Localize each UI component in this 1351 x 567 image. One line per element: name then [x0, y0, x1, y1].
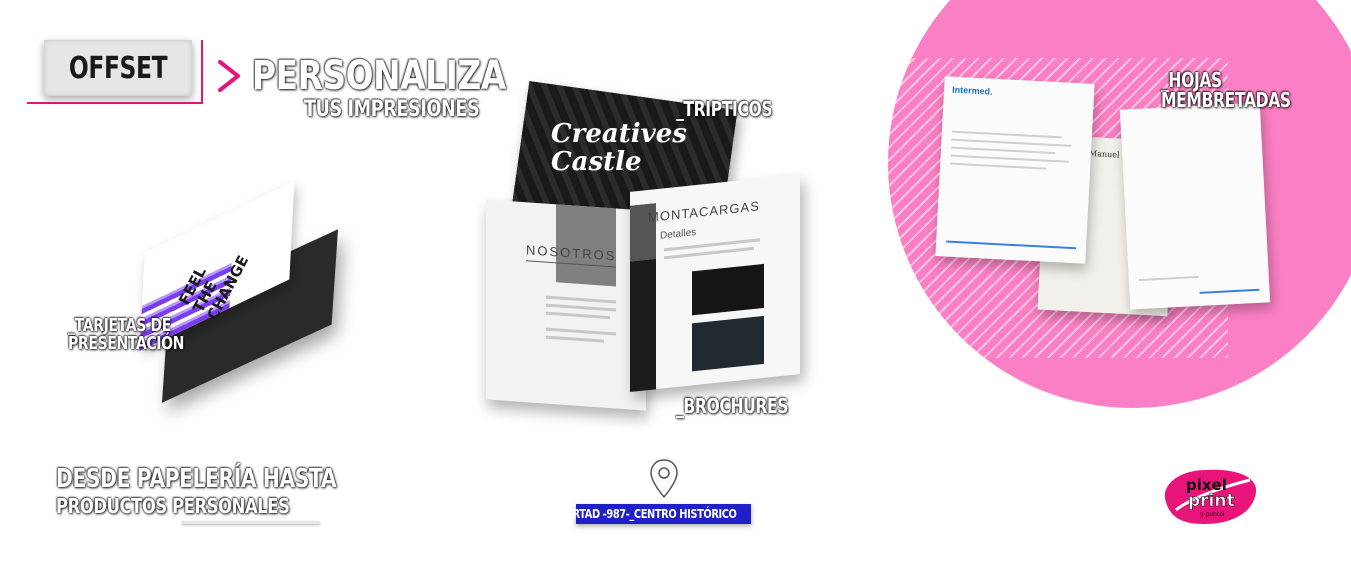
- chevron-right-icon: [218, 60, 240, 92]
- text-line: [546, 303, 616, 312]
- address-badge: LIBERTAD -987-_CENTRO HISTÓRICO: [550, 504, 751, 524]
- letterhead-accent-line: [946, 240, 1077, 250]
- text-line: [546, 335, 604, 343]
- page-subtitle: TUS IMPRESIONES: [304, 97, 480, 122]
- letterheads-label: _HOJAS MEMBRETADAS: [1161, 68, 1291, 112]
- text-line: [546, 311, 610, 320]
- brochure-mockup: Creatives Castle NOSOTROS MONTACARGAS De…: [480, 81, 810, 415]
- offset-tag: OFFSET: [27, 40, 203, 104]
- brochure-photo: [692, 315, 764, 372]
- text-line: [950, 162, 1047, 170]
- text-line: [1138, 275, 1199, 282]
- offset-label: OFFSET: [68, 50, 168, 86]
- svg-text:print: print: [1188, 491, 1235, 511]
- letterhead-sheet: [1119, 102, 1271, 310]
- brochure-right-subtitle: Detalles: [660, 226, 697, 242]
- pixel-print-logo: pixel print y puntol: [1164, 469, 1257, 524]
- brochure-photo: [692, 263, 764, 316]
- text-line: [951, 146, 1055, 155]
- tagline-line1: DESDE PAPELERÍA HASTA: [56, 464, 337, 494]
- letterheads-mockup: Dr. Juan Manuel R Intermed.: [930, 76, 1271, 320]
- text-line: [546, 327, 616, 336]
- location-pin-icon: [650, 459, 678, 499]
- offset-button[interactable]: OFFSET: [44, 40, 192, 96]
- brochures-label: _BROCHURES: [676, 394, 789, 418]
- brochure-right-title: MONTACARGAS: [648, 198, 760, 226]
- svg-text:y puntol: y puntol: [1200, 511, 1225, 518]
- brochure-left-page: NOSOTROS: [486, 199, 646, 411]
- page-title: PERSONALIZA: [252, 53, 506, 99]
- address-text: LIBERTAD -987-_CENTRO HISTÓRICO: [549, 507, 737, 521]
- letterhead-sheet: Intermed.: [935, 76, 1095, 264]
- triptych-script-text: Creatives Castle: [550, 119, 687, 178]
- letterhead-accent-line: [1199, 288, 1260, 294]
- letterhead-brand: Intermed.: [951, 84, 993, 97]
- triptych-label: _TRIPTICOS: [676, 97, 773, 121]
- tagline-underline: [182, 521, 320, 524]
- text-line: [951, 138, 1072, 147]
- brochure-photo-strip: [630, 203, 656, 392]
- cards-label-line2: PRESENTACIÓN: [68, 333, 185, 354]
- text-line: [950, 154, 1069, 163]
- tagline-line2: PRODUCTOS PERSONALES: [56, 494, 290, 518]
- text-line: [951, 130, 1062, 139]
- brochure-right-page: MONTACARGAS Detalles: [630, 174, 800, 392]
- text-line: [546, 295, 616, 304]
